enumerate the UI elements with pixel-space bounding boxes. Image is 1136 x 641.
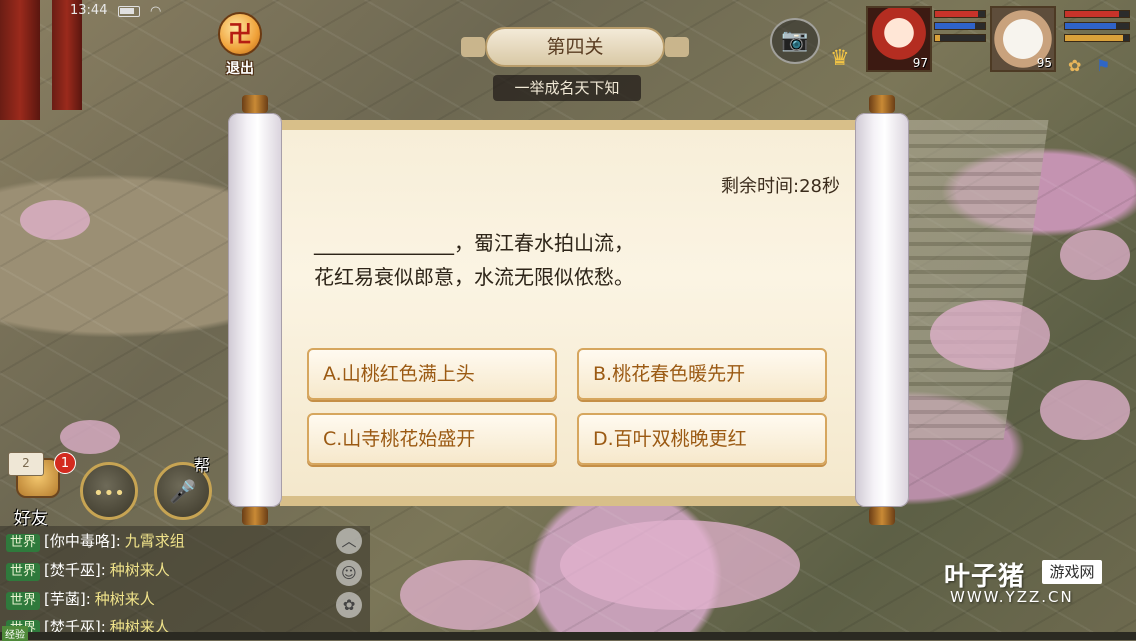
channel-tag: 世界 — [6, 563, 41, 581]
chat-row: 世界 [你中毒咯]: 九霄求组 — [6, 530, 185, 552]
option-a-button[interactable]: A.山桃红色满上头 — [307, 348, 557, 400]
emoji-icon[interactable]: ☺ — [336, 560, 362, 586]
pet-portrait[interactable]: 95 — [990, 6, 1056, 72]
chat-row: 世界[焚千巫]:种树来人 — [6, 616, 170, 632]
notification-badge: 1 — [54, 452, 76, 474]
chat-settings-icon[interactable]: ✿ — [336, 592, 362, 618]
hero-hp-bar — [934, 10, 986, 18]
chat-row: 世界 [芋菡]: 种树来人 — [6, 588, 155, 610]
hero-mp-bar — [934, 22, 986, 30]
exp-label: 经验 — [2, 626, 28, 641]
chat-message: 九霄求组 — [124, 532, 185, 550]
crown-icon[interactable]: ♛ — [830, 46, 858, 74]
exit-button[interactable]: 卍 退出 — [212, 12, 268, 77]
blossom — [930, 300, 1050, 370]
pet-exp-bar — [1064, 34, 1130, 42]
chat-sender[interactable]: [你中毒咯]: — [44, 532, 121, 550]
chat-bubble-icon: ••• — [93, 483, 125, 504]
camera-button[interactable]: 📷 — [770, 18, 820, 64]
mail-icon: 2 — [8, 452, 44, 476]
channel-tag: 世界 — [6, 592, 41, 610]
channel-tag: 世界 — [6, 534, 41, 552]
timer-text: 剩余时间:28秒 — [721, 176, 840, 197]
blossom — [60, 420, 120, 454]
wifi-icon: ◠ — [150, 4, 162, 19]
option-c-button[interactable]: C.山寺桃花始盛开 — [307, 413, 557, 465]
blossom — [400, 560, 540, 630]
status-time: 13:44 — [70, 3, 108, 18]
exit-label: 退出 — [226, 61, 254, 77]
flag-icon[interactable]: ⚑ — [1096, 56, 1110, 75]
blossom — [560, 520, 800, 610]
chat-row: 世界[焚千巫]:种树来人 — [6, 559, 170, 581]
red-pillar — [0, 0, 40, 120]
chat-sender[interactable]: [焚千巫]: — [44, 618, 106, 632]
site-watermark: 叶子猪 游戏网 WWW.YZZ.CN — [944, 556, 1124, 606]
camera-icon: 📷 — [781, 28, 809, 53]
experience-bar: 经验 — [0, 626, 1136, 641]
scroll-roller-left — [228, 95, 282, 525]
help-label[interactable]: 帮 — [194, 452, 210, 476]
exit-icon: 卍 — [218, 12, 262, 56]
chat-sender[interactable]: [焚千巫]: — [44, 561, 106, 579]
watermark-box: 游戏网 — [1042, 560, 1102, 584]
option-d-button[interactable]: D.百叶双桃晚更红 — [577, 413, 827, 465]
chat-sender[interactable]: [芋菡]: — [44, 590, 91, 608]
hero-level: 97 — [912, 56, 928, 70]
pet-hp-bar — [1064, 10, 1130, 18]
option-b-button[interactable]: B.桃花春色暖先开 — [577, 348, 827, 400]
microphone-icon: 🎤 — [169, 480, 197, 505]
battery-icon — [118, 6, 140, 17]
quiz-scroll: 剩余时间:28秒 ______________，蜀江春水拍山流， 花红易衰似郎意… — [280, 120, 860, 506]
level-title: 第四关 — [461, 27, 689, 67]
bag-icon[interactable]: ✿ — [1068, 56, 1081, 75]
level-subtitle: 一举成名天下知 — [493, 75, 641, 101]
pet-mp-bar — [1064, 22, 1130, 30]
blossom — [1040, 380, 1130, 440]
chat-expand-icon[interactable]: ︿ — [336, 528, 362, 554]
question-line-1: ______________，蜀江春水拍山流， — [314, 231, 634, 255]
chat-message: 种树来人 — [109, 618, 170, 632]
hero-portrait[interactable]: 97 — [866, 6, 932, 72]
blossom — [1060, 230, 1130, 280]
chat-panel[interactable]: 世界[你中毒咯]:九霄求组 世界[焚千巫]:种树来人 世界[芋菡]:种树来人 世… — [0, 526, 370, 640]
question-text: ______________，蜀江春水拍山流， 花红易衰似郎意，水流无限似侬愁。 — [314, 226, 834, 294]
question-line-2: 花红易衰似郎意，水流无限似侬愁。 — [314, 265, 634, 289]
chat-message: 种树来人 — [109, 561, 170, 579]
pet-level: 95 — [1036, 56, 1052, 70]
hero-exp-bar — [934, 34, 986, 42]
blossom — [20, 200, 90, 240]
watermark-url: WWW.YZZ.CN — [950, 588, 1074, 606]
chat-message: 种树来人 — [94, 590, 155, 608]
friends-button[interactable]: 2 1 好友 — [6, 452, 76, 529]
scroll-roller-right — [855, 95, 909, 525]
chat-button[interactable]: ••• — [80, 462, 138, 520]
